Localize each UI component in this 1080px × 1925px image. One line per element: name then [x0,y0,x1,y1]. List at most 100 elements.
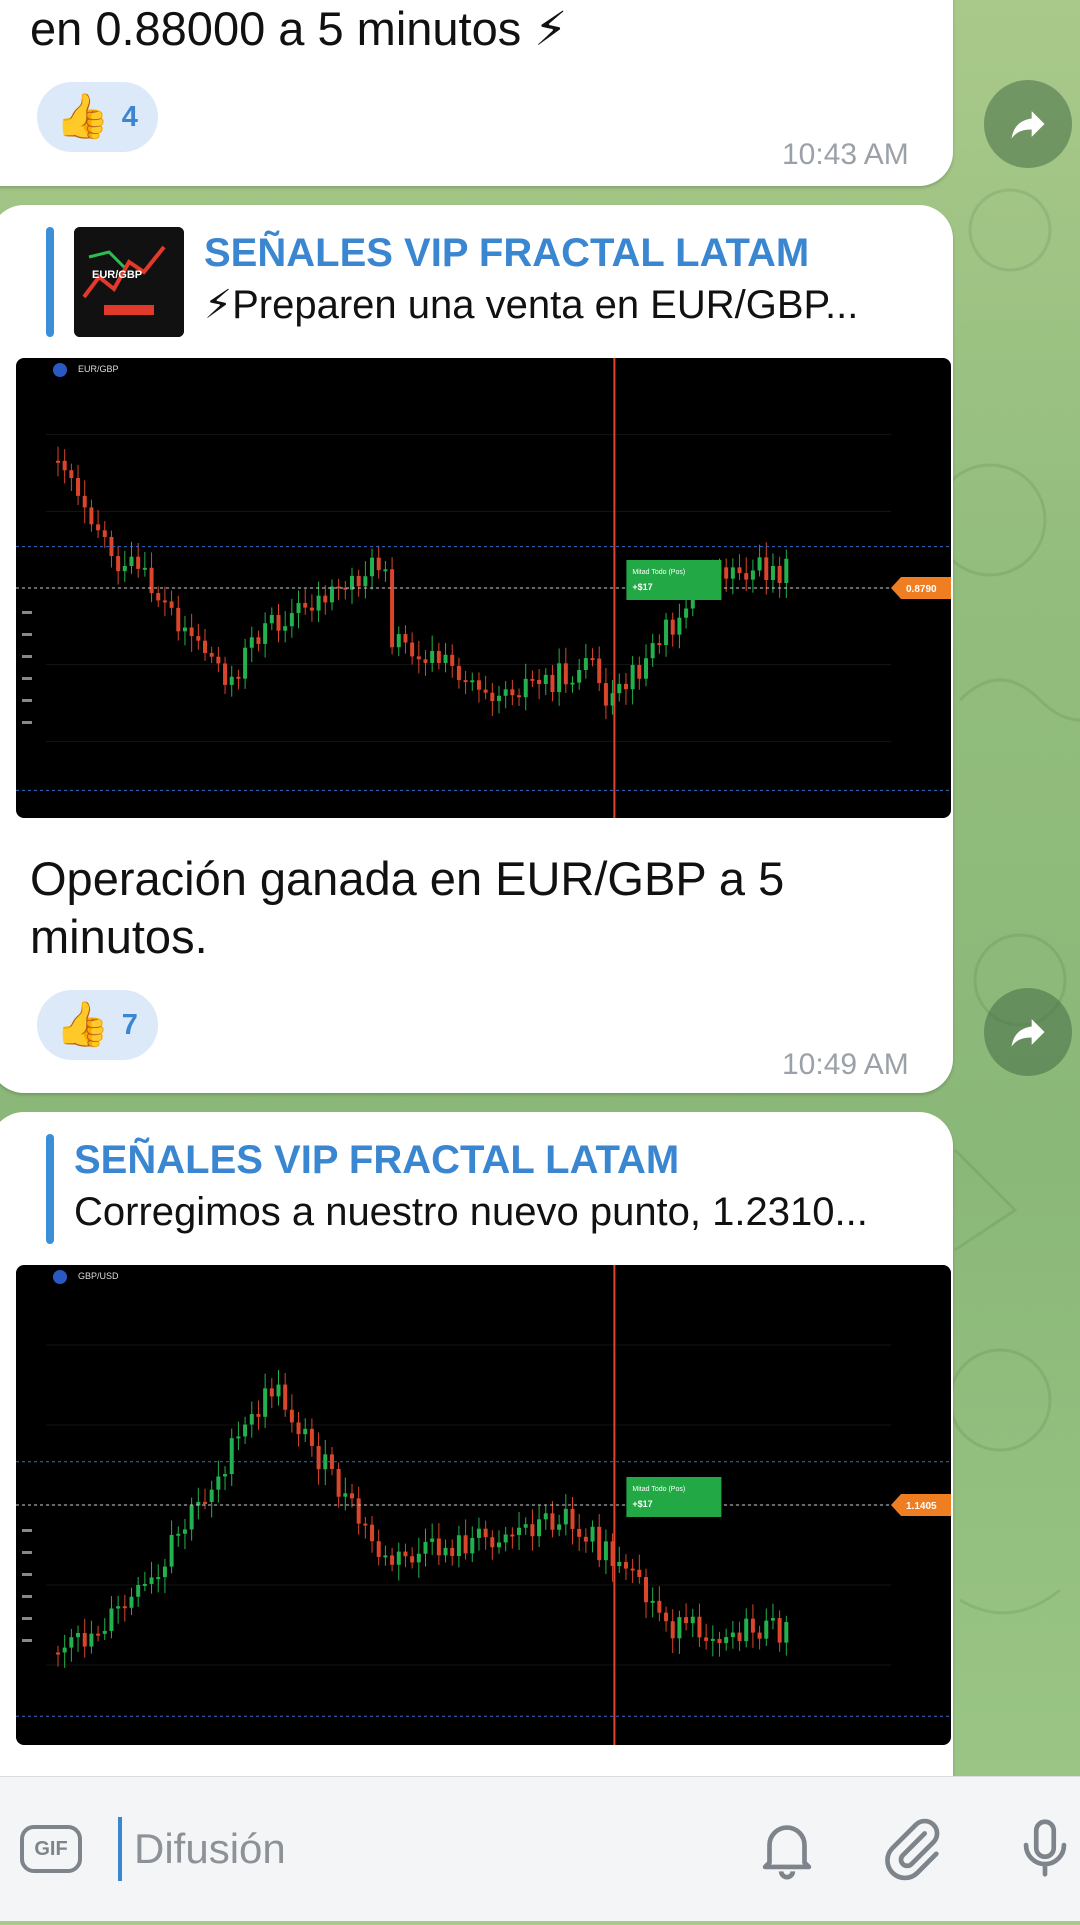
share-button[interactable] [984,80,1072,168]
chart-screenshot[interactable]: GBP/USD Mitad Todo (Pos) +$17 1.1405 [16,1265,951,1745]
message-time: 10:43 AM [782,138,909,171]
candle-body [390,569,395,648]
candle-body [156,1577,161,1580]
candle-body [503,1534,508,1543]
candle-body [456,665,461,681]
candle-body [530,1524,535,1537]
candle-body [570,682,575,685]
reply-text: Corregimos a nuestro nuevo punto, 1.2310… [74,1190,868,1234]
candle-body [436,1538,441,1556]
candle-body [363,576,368,587]
candle-body [269,614,274,624]
candle-body [96,524,101,531]
trade-value: +$17 [632,582,652,592]
message-time: 10:49 AM [782,1048,909,1081]
candle-body [764,1620,769,1639]
candle-body [670,619,675,635]
candle-body [490,1537,495,1548]
toolbar-icon [22,1573,32,1576]
candle-body [717,1638,722,1644]
message-bubble[interactable]: SEÑALES VIP FRACTAL LATAM Corregimos a n… [0,1112,953,1812]
reaction-chip[interactable]: 👍 7 [37,990,158,1060]
bell-icon[interactable] [752,1813,822,1883]
candle-body [176,607,181,632]
share-button[interactable] [984,988,1072,1076]
thumbs-up-icon: 👍 [55,1000,110,1049]
price-tag-label: 0.8790 [906,584,937,595]
candle-body [617,1561,622,1567]
candle-body [129,556,134,567]
candle-body [510,1534,515,1537]
chart-screenshot[interactable]: EUR/GBP Mitad Todo (Pos) +$17 0.8790 [16,358,951,818]
candle-body [757,557,762,571]
reaction-chip[interactable]: 👍 4 [37,82,158,152]
candle-body [657,643,662,646]
candle-body [550,1513,555,1530]
candle-body [523,1524,528,1528]
attach-icon[interactable] [878,1813,948,1883]
candle-body [122,1606,127,1609]
candle-body [744,573,749,580]
trade-value: +$17 [632,1499,652,1509]
candle-body [396,634,401,648]
candle-body [623,1561,628,1569]
candle-body [430,650,435,663]
candle-body [750,1618,755,1633]
candle-body [82,495,87,508]
reply-bar [46,227,54,337]
candle-body [189,1505,194,1530]
candle-body [289,613,294,627]
candle-body [777,1618,782,1643]
trade-label: Mitad Todo (Pos) [632,1486,685,1493]
candle-body [283,626,288,631]
candle-body [724,1637,729,1644]
candle-body [116,1606,121,1609]
toolbar-icon [22,677,32,680]
candle-body [644,1577,648,1603]
candle-body [363,1523,368,1526]
candle-body [770,1618,775,1621]
message-bubble[interactable]: EUR/GBP SEÑALES VIP FRACTAL LATAM ⚡Prepa… [0,205,953,1093]
candle-body [96,1633,101,1636]
candle-body [216,1476,221,1490]
candle-body [510,689,515,696]
symbol-flag [53,1270,67,1284]
candle-body [350,1493,354,1499]
toolbar-icon [22,611,32,614]
candle-body [309,607,314,611]
candle-body [316,1445,321,1470]
candle-body [176,1533,181,1536]
candle-body [637,1569,642,1578]
message-input[interactable] [118,1817,694,1881]
candle-body [637,664,642,679]
candle-body [189,627,194,637]
candle-body [76,478,81,496]
candle-body [523,678,528,698]
reaction-count: 4 [121,100,138,133]
candle-body [450,1547,455,1557]
reply-thumbnail: EUR/GBP [74,227,184,337]
thumbs-up-icon: 👍 [55,92,110,141]
gif-button[interactable]: GIF [20,1825,82,1873]
reply-preview[interactable]: SEÑALES VIP FRACTAL LATAM Corregimos a n… [46,1134,868,1244]
toolbar-icon [22,1639,32,1642]
candle-body [497,695,501,702]
candle-body [590,1526,595,1542]
candle-body [423,659,428,663]
candle-body [416,656,421,660]
candle-body [243,1424,248,1437]
message-bubble[interactable]: en 0.88000 a 5 minutos ⚡ 👍 4 10:43 AM [0,0,953,186]
candle-body [142,567,147,570]
mic-icon[interactable] [1010,1813,1080,1883]
message-text: Operación ganada en EUR/GBP a 5 minutos. [30,852,785,963]
candle-body [664,1612,669,1622]
candle-body [149,1577,154,1584]
reply-preview[interactable]: EUR/GBP SEÑALES VIP FRACTAL LATAM ⚡Prepa… [46,227,858,337]
chart-symbol: EUR/GBP [78,364,119,374]
candle-body [503,689,508,696]
candle-body [236,1436,241,1439]
candle-body [162,1566,167,1578]
candle-body [737,1632,742,1642]
candle-body [62,460,67,471]
candle-body [356,575,361,587]
